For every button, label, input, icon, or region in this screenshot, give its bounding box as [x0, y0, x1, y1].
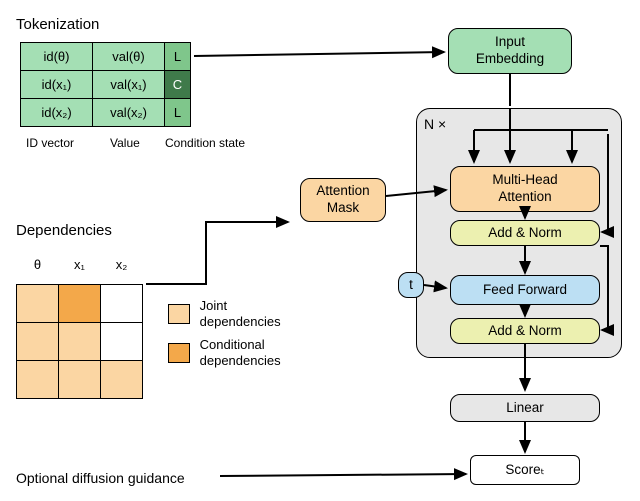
dep-cell — [17, 284, 59, 322]
token-cs-cell: L — [165, 99, 191, 127]
dep-cell — [59, 322, 101, 360]
dep-header: θ — [17, 246, 59, 284]
dependency-grid: θ x₁ x₂ — [16, 246, 143, 399]
table-row — [17, 360, 143, 398]
legend-joint-label: Joint dependencies — [200, 298, 281, 329]
score-block: Scoreₜ — [470, 455, 580, 485]
attention-mask-block: Attention Mask — [300, 178, 386, 222]
table-row: id(x₂) val(x₂) L — [21, 99, 191, 127]
dep-cell — [101, 284, 143, 322]
legend-conditional-label: Conditional dependencies — [200, 337, 281, 368]
dep-cell — [59, 360, 101, 398]
token-id-col-label: ID vector — [26, 136, 74, 150]
feed-forward-block: Feed Forward — [450, 275, 600, 305]
legend-swatch-conditional — [168, 343, 190, 363]
dep-cell — [17, 360, 59, 398]
t-block: t — [398, 272, 424, 298]
dependency-legend: Joint dependencies Conditional dependenc… — [168, 298, 308, 376]
token-val-cell: val(x₁) — [93, 71, 165, 99]
token-val-cell: val(θ) — [93, 43, 165, 71]
legend-conditional: Conditional dependencies — [168, 337, 308, 368]
legend-swatch-joint — [168, 304, 190, 324]
dep-cell — [17, 322, 59, 360]
table-row — [17, 284, 143, 322]
multi-head-attention-block: Multi-Head Attention — [450, 166, 600, 212]
dep-cell — [59, 284, 101, 322]
token-cs-col-label: Condition state — [165, 136, 245, 150]
token-id-cell: id(θ) — [21, 43, 93, 71]
table-row: id(x₁) val(x₁) C — [21, 71, 191, 99]
dep-cell — [101, 360, 143, 398]
dep-header: x₁ — [59, 246, 101, 284]
token-cs-cell: C — [165, 71, 191, 99]
input-embedding-block: Input Embedding — [448, 28, 572, 74]
table-row: id(θ) val(θ) L — [21, 43, 191, 71]
dependencies-heading: Dependencies — [16, 222, 112, 239]
tokenization-heading: Tokenization — [16, 16, 99, 33]
dep-cell — [101, 322, 143, 360]
token-id-cell: id(x₂) — [21, 99, 93, 127]
tokenization-table: id(θ) val(θ) L id(x₁) val(x₁) C id(x₂) v… — [20, 42, 191, 127]
add-norm-block-2: Add & Norm — [450, 318, 600, 344]
legend-joint: Joint dependencies — [168, 298, 308, 329]
optional-guidance-label: Optional diffusion guidance — [16, 470, 185, 486]
table-row — [17, 322, 143, 360]
n-times-label: N × — [424, 116, 446, 132]
token-cs-cell: L — [165, 43, 191, 71]
token-id-cell: id(x₁) — [21, 71, 93, 99]
token-val-col-label: Value — [110, 136, 140, 150]
dep-header: x₂ — [101, 246, 143, 284]
linear-block: Linear — [450, 394, 600, 422]
token-val-cell: val(x₂) — [93, 99, 165, 127]
add-norm-block-1: Add & Norm — [450, 220, 600, 246]
